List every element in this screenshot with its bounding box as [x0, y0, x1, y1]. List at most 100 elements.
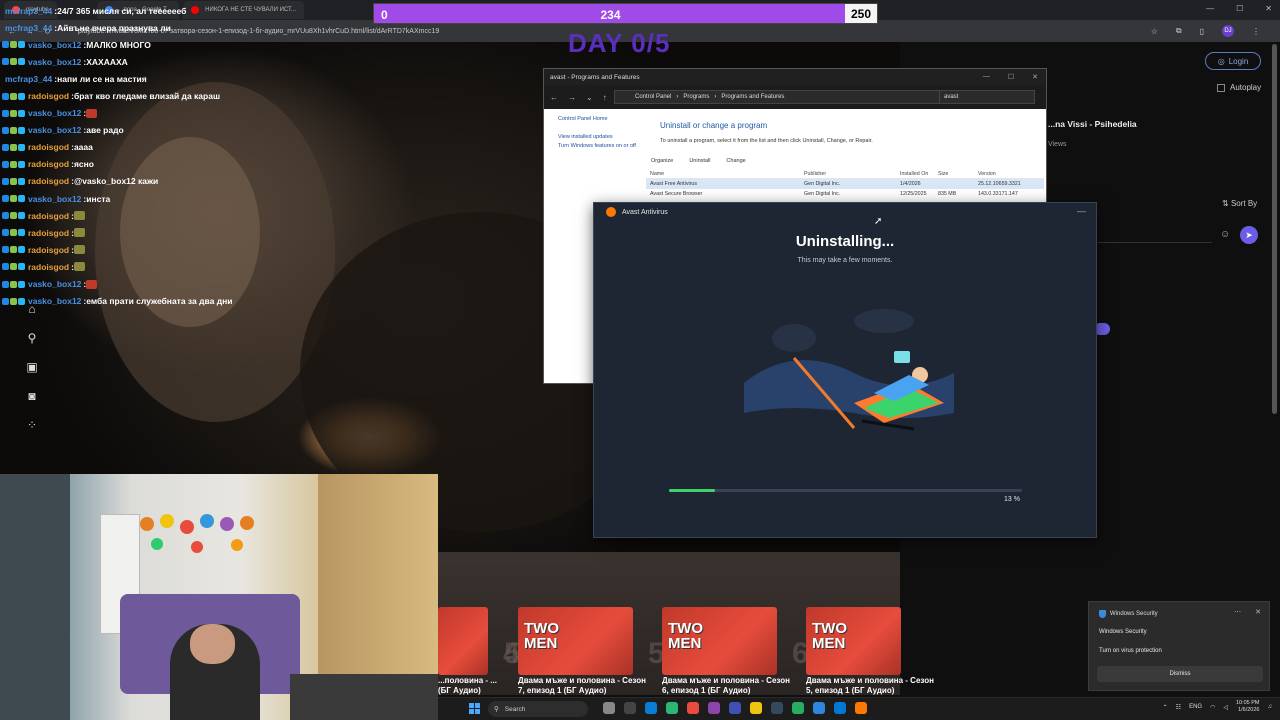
autoplay-checkbox[interactable] — [1217, 83, 1225, 92]
link-windows-features[interactable]: Turn Windows features on or off — [558, 142, 638, 151]
pf-close-icon[interactable]: ✕ — [1032, 73, 1038, 81]
pf-search-input[interactable]: avast — [939, 90, 1035, 104]
webcam-face — [190, 624, 235, 664]
taskbar-app-icon[interactable] — [666, 702, 678, 714]
chat-username[interactable]: radoisgod — [28, 91, 69, 101]
taskbar-app-icon[interactable] — [750, 702, 762, 714]
breadcrumb-item[interactable]: Programs — [683, 94, 709, 100]
taskbar-app-icon[interactable] — [645, 702, 657, 714]
pf-minimize-icon[interactable]: — — [983, 73, 990, 81]
page-scrollbar[interactable] — [1272, 44, 1277, 414]
episode-thumbnail[interactable] — [438, 607, 488, 675]
notification-bell-icon[interactable]: ♫ — [1268, 704, 1273, 710]
chat-username[interactable]: vasko_box12 — [28, 279, 81, 289]
taskbar-app-icon[interactable] — [834, 702, 846, 714]
close-icon[interactable]: ✕ — [1265, 4, 1272, 13]
toast-close-icon[interactable]: ✕ — [1255, 608, 1261, 616]
chat-username[interactable]: vasko_box12 — [28, 125, 81, 135]
profile-avatar[interactable]: DJ — [1222, 25, 1234, 37]
pf-back-icon[interactable]: ← — [550, 93, 558, 102]
breadcrumb-item[interactable]: Control Panel — [635, 94, 671, 100]
chat-username[interactable]: radoisgod — [28, 228, 69, 238]
tray-network-icon[interactable]: ☷ — [1176, 704, 1181, 711]
episode-title[interactable]: Двама мъже и половина - Сезон 6, епизод … — [662, 676, 792, 695]
start-button[interactable] — [469, 703, 480, 714]
taskbar-app-icon[interactable] — [855, 702, 867, 714]
chat-username[interactable]: radoisgod — [28, 245, 69, 255]
link-control-panel-home[interactable]: Control Panel Home — [558, 115, 644, 124]
extensions-icon[interactable]: ⧉ — [1176, 26, 1182, 36]
episode-thumbnail[interactable]: TWO MEN — [662, 607, 777, 675]
minimize-icon[interactable]: — — [1206, 4, 1214, 13]
episode-thumbnail[interactable]: TWO MEN — [806, 607, 901, 675]
pf-forward-icon[interactable]: → — [568, 93, 576, 102]
login-button[interactable]: ◎ Login — [1205, 52, 1261, 70]
change-button[interactable]: Change — [726, 158, 745, 164]
episode-title[interactable]: ...половина - ...(БГ Аудио) — [438, 676, 498, 695]
breadcrumb-item[interactable]: Programs and Features — [721, 94, 784, 100]
sort-by-button[interactable]: ⇅ Sort By — [1222, 199, 1257, 208]
track-title[interactable]: ...na Vissi - Psihedelia — [1048, 119, 1137, 129]
taskbar-app-icon[interactable] — [624, 702, 636, 714]
episode-title[interactable]: Двама мъже и половина - Сезон 7, епизод … — [518, 676, 648, 695]
chat-username[interactable]: radoisgod — [28, 142, 69, 152]
search-icon[interactable]: ⚲ — [22, 331, 42, 346]
tray-lang[interactable]: ENG — [1189, 704, 1202, 710]
pf-down-icon[interactable]: ⌄ — [586, 93, 593, 102]
apps-icon[interactable]: ⁘ — [22, 418, 42, 433]
tray-wifi-icon[interactable]: ◠ — [1210, 704, 1215, 711]
taskbar-app-icon[interactable] — [771, 702, 783, 714]
uninstall-button[interactable]: Uninstall — [689, 158, 710, 164]
minimize-icon[interactable]: — — [1077, 206, 1086, 216]
autoplay-toggle[interactable]: Autoplay — [1217, 83, 1261, 92]
chat-username[interactable]: mcfrap3_44 — [5, 23, 52, 33]
dismiss-button[interactable]: Dismiss — [1097, 666, 1263, 682]
sidebar-icon[interactable]: ▯ — [1200, 27, 1204, 36]
pf-breadcrumb[interactable]: Control Panel › Programs › Programs and Fe… — [614, 90, 940, 104]
episode-title[interactable]: Двама мъже и половина - Сезон 5, епизод … — [806, 676, 936, 695]
menu-dots-icon[interactable]: ⋮ — [1252, 27, 1260, 36]
table-row[interactable]: Avast Free Antivirus Gen Digital Inc. 1/4/… — [646, 179, 1044, 189]
tray-volume-icon[interactable]: ◁ — [1223, 704, 1228, 711]
link-view-updates[interactable]: View installed updates — [558, 133, 644, 142]
chat-username[interactable]: mcfrap3_44 — [5, 74, 52, 84]
chat-username[interactable]: radoisgod — [28, 211, 69, 221]
table-row[interactable]: Avast Secure Browser Gen Digital Inc. 12/2… — [646, 189, 1044, 199]
taskbar-search[interactable]: ⚲ Search — [488, 701, 588, 717]
organize-button[interactable]: Organize — [651, 158, 673, 164]
column-header[interactable]: Publisher — [804, 171, 900, 177]
taskbar-app-icon[interactable] — [813, 702, 825, 714]
taskbar-app-icon[interactable] — [729, 702, 741, 714]
chat-username[interactable]: radoisgod — [28, 176, 69, 186]
emoji-icon[interactable]: ☺ — [1220, 229, 1230, 240]
chat-username[interactable]: vasko_box12 — [28, 296, 81, 306]
toast-more-icon[interactable]: ⋯ — [1234, 608, 1241, 616]
taskbar-app-icon[interactable] — [792, 702, 804, 714]
tray-chevron-icon[interactable]: ⌃ — [1163, 704, 1168, 711]
gamepad-icon[interactable]: ◙ — [22, 389, 42, 404]
chat-username[interactable]: vasko_box12 — [28, 57, 81, 67]
comment-input[interactable] — [1098, 227, 1212, 243]
pf-search-value: avast — [944, 94, 959, 100]
calendar-icon[interactable]: ▣ — [22, 360, 42, 375]
taskbar-app-icon[interactable] — [687, 702, 699, 714]
chat-username[interactable]: vasko_box12 — [28, 194, 81, 204]
taskbar-app-icon[interactable] — [708, 702, 720, 714]
taskbar-clock[interactable]: 10:05 PM 1/6/2026 — [1236, 700, 1260, 714]
maximize-icon[interactable]: ☐ — [1236, 4, 1243, 13]
column-header[interactable]: Version — [978, 171, 1044, 177]
chat-username[interactable]: mcfrap3_44 — [5, 6, 52, 16]
chat-username[interactable]: vasko_box12 — [28, 108, 81, 118]
column-header[interactable]: Name — [646, 171, 804, 177]
episode-thumbnail[interactable]: TWO MEN — [518, 607, 633, 675]
chat-username[interactable]: radoisgod — [28, 159, 69, 169]
chat-username[interactable]: vasko_box12 — [28, 40, 81, 50]
column-header[interactable]: Installed On — [900, 171, 938, 177]
send-button[interactable]: ➤ — [1240, 226, 1258, 244]
pf-maximize-icon[interactable]: ☐ — [1008, 73, 1014, 81]
taskbar-app-icon[interactable] — [603, 702, 615, 714]
column-header[interactable]: Size — [938, 171, 978, 177]
pf-up-icon[interactable]: ↑ — [603, 93, 607, 102]
bookmark-star-icon[interactable]: ☆ — [1151, 27, 1158, 36]
chat-username[interactable]: radoisgod — [28, 262, 69, 272]
